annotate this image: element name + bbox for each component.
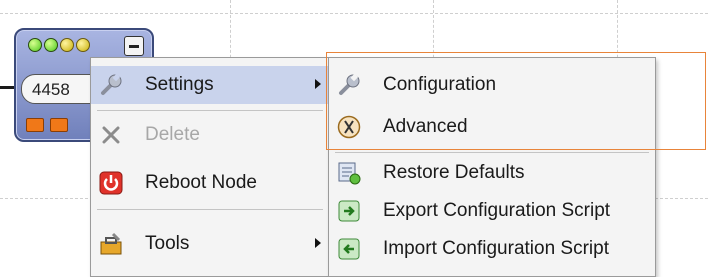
submenu-arrow-icon <box>315 238 321 248</box>
export-arrow-icon <box>337 199 361 223</box>
menu-item-settings[interactable]: Settings <box>91 66 329 104</box>
context-menu: Settings Delete Reboot Node Tools <box>90 57 330 277</box>
menu-item-tools[interactable]: Tools <box>91 225 329 263</box>
menu-item-label: Reboot Node <box>145 172 257 193</box>
status-led-icon <box>28 38 42 52</box>
submenu-item-label: Import Configuration Script <box>383 238 609 259</box>
connection-line <box>0 86 14 89</box>
submenu-item-export-script[interactable]: Export Configuration Script <box>329 192 655 230</box>
wrench-icon <box>337 73 361 97</box>
grid-line <box>0 13 708 14</box>
submenu-item-import-script[interactable]: Import Configuration Script <box>329 230 655 268</box>
port-icon[interactable] <box>26 118 44 132</box>
menu-separator <box>97 209 323 210</box>
submenu-item-label: Configuration <box>383 74 497 95</box>
status-led-icon <box>76 38 90 52</box>
settings-submenu: Configuration Advanced Restore Defaults … <box>328 57 656 277</box>
submenu-item-restore-defaults[interactable]: Restore Defaults <box>329 154 655 192</box>
submenu-item-configuration[interactable]: Configuration <box>329 66 655 104</box>
status-led-icon <box>60 38 74 52</box>
advanced-tools-icon <box>337 115 361 139</box>
menu-item-delete[interactable]: Delete <box>91 116 329 154</box>
port-icon[interactable] <box>50 118 68 132</box>
wrench-icon <box>99 73 123 97</box>
toolbox-icon <box>99 232 123 256</box>
delete-x-icon <box>99 123 123 147</box>
submenu-arrow-icon <box>315 79 321 89</box>
submenu-item-advanced[interactable]: Advanced <box>329 108 655 146</box>
status-led-icon <box>44 38 58 52</box>
submenu-item-label: Advanced <box>383 116 468 137</box>
menu-item-label: Delete <box>145 124 200 145</box>
menu-item-reboot-node[interactable]: Reboot Node <box>91 164 329 202</box>
submenu-item-label: Export Configuration Script <box>383 200 611 221</box>
menu-item-label: Tools <box>145 233 190 254</box>
menu-separator <box>335 152 649 153</box>
minimize-button[interactable] <box>124 36 144 56</box>
import-arrow-icon <box>337 237 361 261</box>
menu-item-label: Settings <box>145 74 214 95</box>
power-icon <box>99 171 123 195</box>
menu-separator <box>97 110 323 111</box>
submenu-item-label: Restore Defaults <box>383 162 525 183</box>
restore-icon <box>337 161 361 185</box>
